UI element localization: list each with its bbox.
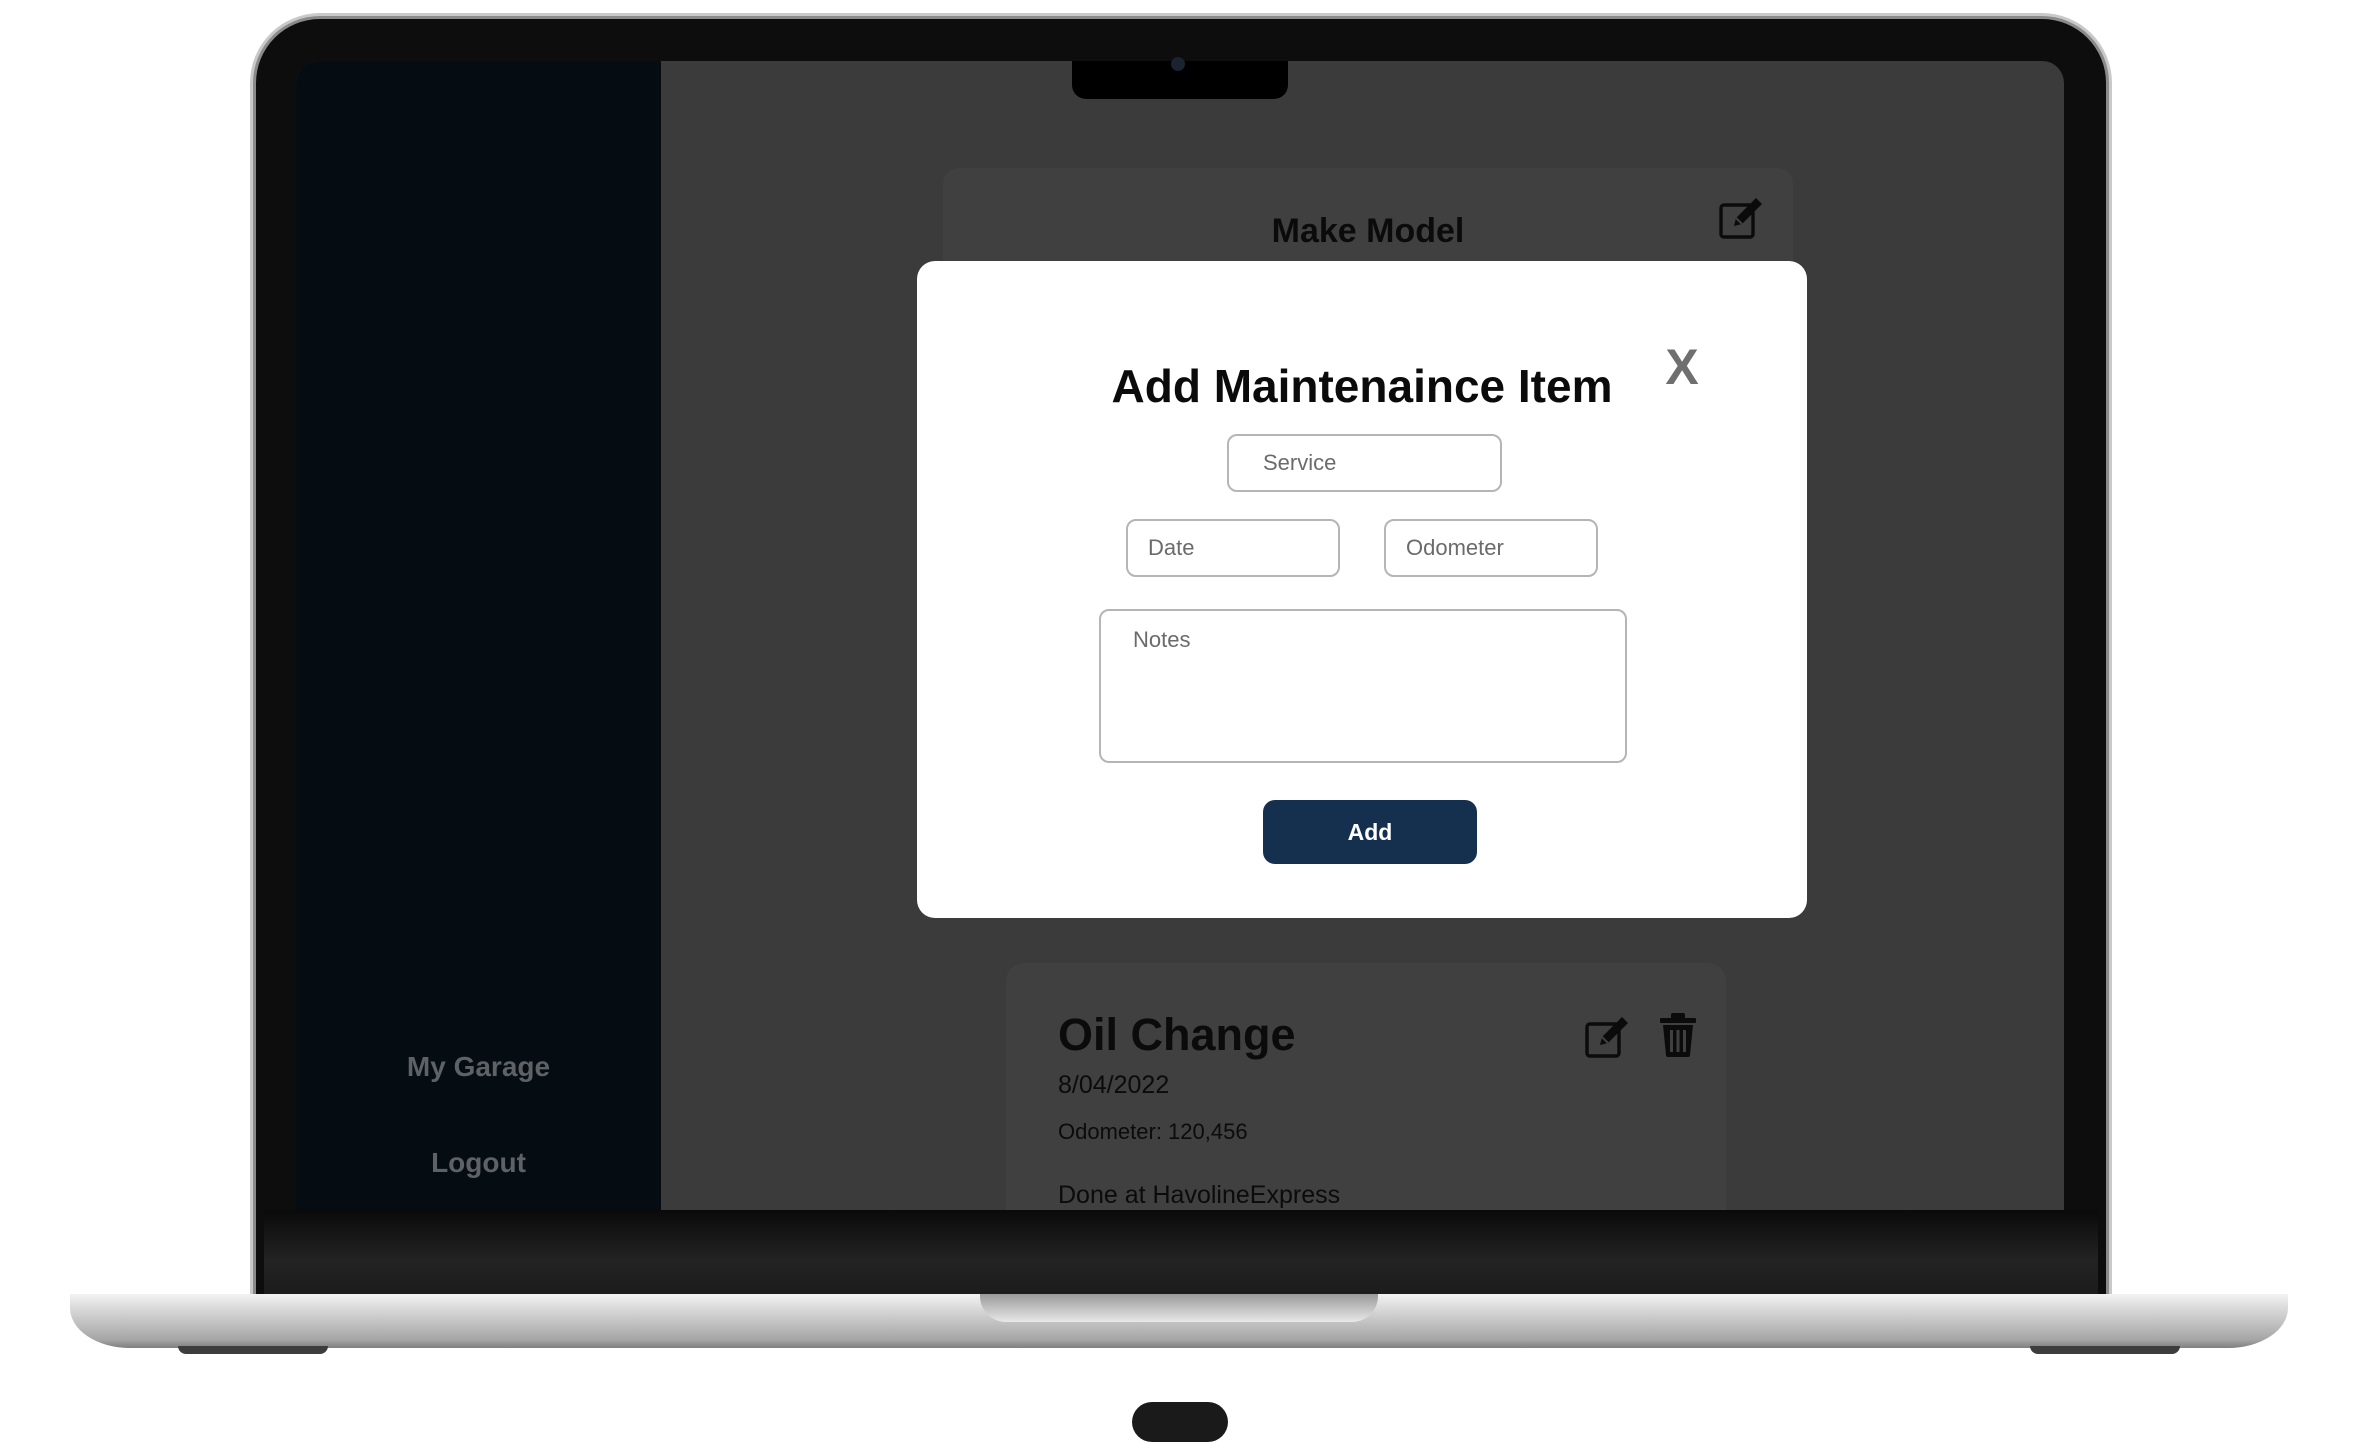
date-input[interactable]	[1126, 519, 1340, 577]
app-screen: My Garage Logout Make Model Oil Change 8…	[296, 61, 2064, 1210]
add-button[interactable]: Add	[1263, 800, 1477, 864]
device-pill	[1132, 1402, 1228, 1442]
laptop-foot-right	[2030, 1346, 2180, 1354]
add-maintenance-modal: Add Maintenaince Item X Add	[917, 261, 1807, 918]
service-input[interactable]	[1227, 434, 1502, 492]
close-button[interactable]: X	[1657, 339, 1707, 395]
laptop-bottom-bezel	[264, 1210, 2098, 1294]
odometer-input[interactable]	[1384, 519, 1598, 577]
camera-icon	[1171, 57, 1185, 71]
laptop-base-groove	[980, 1294, 1378, 1322]
notes-textarea[interactable]	[1099, 609, 1627, 763]
laptop-foot-left	[178, 1346, 328, 1354]
